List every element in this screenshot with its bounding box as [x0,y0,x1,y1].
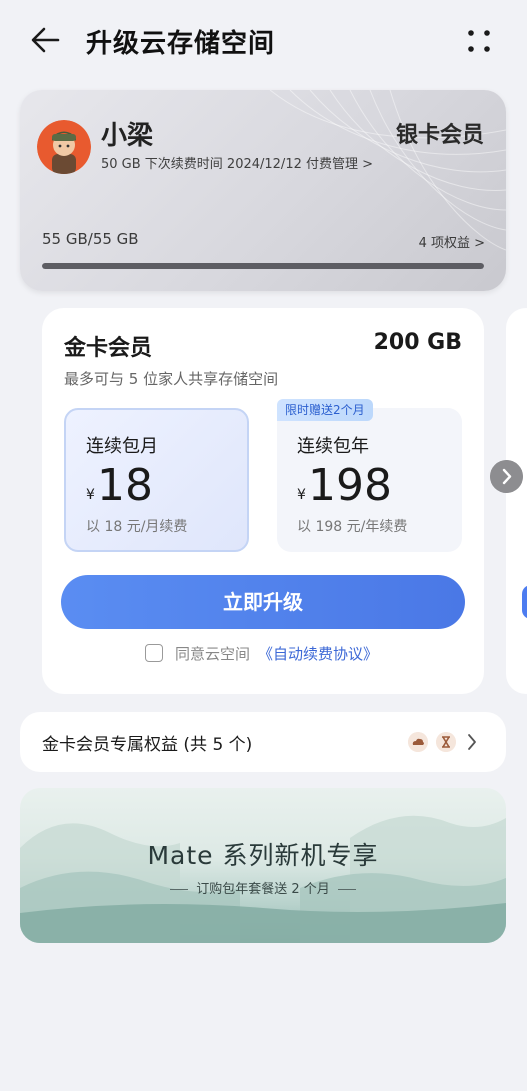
app-header: 升级云存储空间 [0,0,527,80]
divider [170,889,189,890]
storage-usage-bar [42,263,484,269]
benefit-cloud-icon [408,732,428,752]
divider [337,889,356,890]
auto-renew-agreement-link[interactable]: 《自动续费协议》 [258,643,378,664]
banner-title: Mate 系列新机专享 [147,841,379,870]
current-membership-card: 小梁 银卡会员 50 GB 下次续费时间 2024/12/12 付费管理 > 5… [20,90,506,291]
plan-title: 金卡会员 [64,336,153,361]
monthly-plan-option[interactable]: 连续包月 ¥ 18 以 18 元/月续费 [64,408,249,552]
agreement-row: 同意云空间 《自动续费协议》 [145,642,378,664]
currency-symbol: ¥ [297,487,306,503]
benefits-title: 金卡会员专属权益 (共 5 个) [42,735,253,755]
user-name: 小梁 [101,121,154,151]
mate-promo-banner[interactable]: Mate 系列新机专享 订购包年套餐送 2 个月 [20,788,506,943]
current-benefits-link[interactable]: 4 项权益 > [419,232,485,251]
agree-text: 同意云空间 [175,644,251,663]
storage-usage-text: 55 GB/55 GB [42,230,139,248]
more-dots-icon[interactable] [462,24,496,58]
banner-subtitle: 订购包年套餐送 2 个月 [196,882,330,897]
currency-symbol: ¥ [86,487,95,503]
promo-badge: 限时赠送2个月 [277,399,373,421]
avatar [37,120,91,174]
storage-usage-fill [42,263,484,269]
gold-plan-card: 金卡会员 200 GB 最多可与 5 位家人共享存储空间 连续包月 ¥ 18 以… [42,308,484,694]
membership-tier: 银卡会员 [395,123,484,148]
option-price: 198 [308,460,392,511]
option-name: 连续包年 [297,436,369,457]
gold-benefits-row[interactable]: 金卡会员专属权益 (共 5 个) [20,712,506,772]
next-plan-card-peek[interactable] [506,308,527,694]
upgrade-now-button[interactable]: 立即升级 [61,575,465,629]
back-arrow-icon[interactable] [28,22,64,58]
chevron-right-icon[interactable] [490,460,523,493]
next-plan-button-peek[interactable] [522,585,527,619]
option-name: 连续包月 [86,436,158,457]
chevron-right-icon [468,734,476,750]
plan-storage-size: 200 GB [373,330,462,355]
option-renew-note: 以 18 元/月续费 [86,519,188,535]
renewal-info-link[interactable]: 50 GB 下次续费时间 2024/12/12 付费管理 > [101,153,373,172]
banner-subtitle-row: 订购包年套餐送 2 个月 [20,878,506,897]
yearly-plan-option[interactable]: 连续包年 ¥ 198 以 198 元/年续费 [277,408,462,552]
benefit-hourglass-icon [436,732,456,752]
agree-checkbox[interactable] [145,644,163,662]
plan-subtitle: 最多可与 5 位家人共享存储空间 [64,370,279,388]
option-price: 18 [97,460,153,511]
option-renew-note: 以 198 元/年续费 [297,519,408,535]
page-title: 升级云存储空间 [86,29,276,59]
